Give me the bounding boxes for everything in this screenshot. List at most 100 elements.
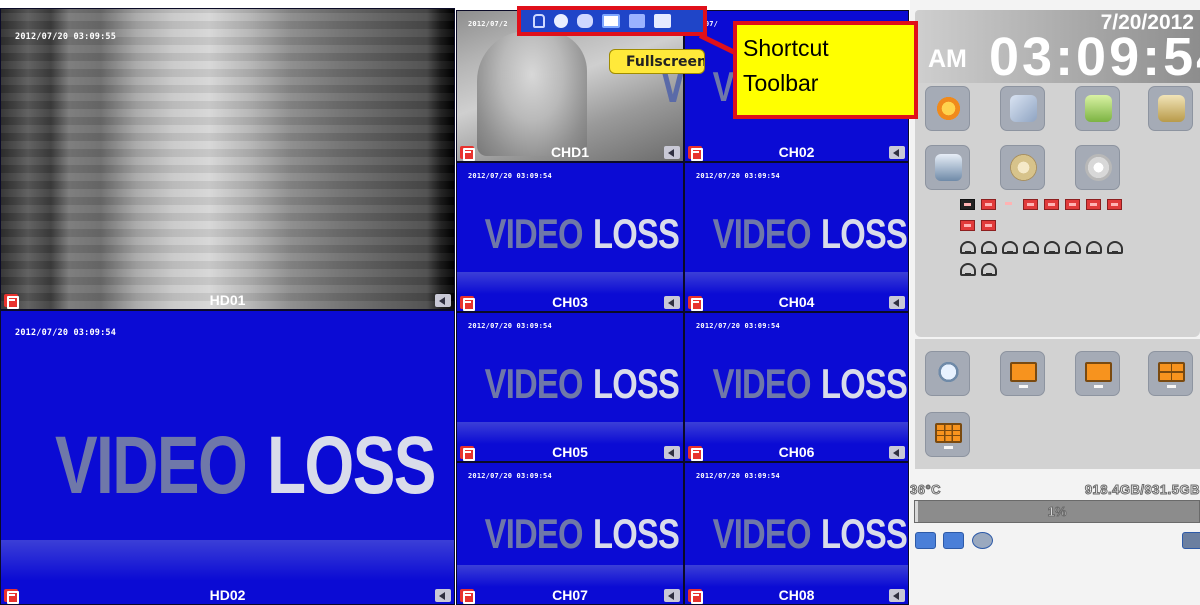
camera-subject	[477, 31, 587, 156]
playback-button[interactable]	[925, 86, 970, 131]
alarm-icon	[1002, 241, 1018, 254]
timestamp: 2012/07/20 03:09:54	[15, 328, 117, 338]
channel-status-icon	[1086, 199, 1101, 210]
audio-icon[interactable]	[435, 589, 451, 602]
side-panel: 7/20/2012 AM 03:09:54	[910, 0, 1200, 605]
timestamp: 2012/07/20 03:09:54	[696, 472, 780, 480]
audio-icon[interactable]	[435, 294, 451, 307]
channel-tile-ch03[interactable]: 2012/07/20 03:09:54 VIDEO LOSS CH03	[456, 162, 684, 312]
timestamp: 2012/07/20 03:09:55	[15, 32, 117, 42]
alarm-icon	[960, 263, 976, 276]
channel-label: HD01	[209, 292, 246, 308]
alarm-icon	[981, 263, 997, 276]
channel-tile-hd02[interactable]: 2012/07/20 03:09:54 VIDEO LOSS HD02	[0, 310, 455, 605]
channel-label: CH02	[778, 144, 815, 160]
channel-tile-ch05[interactable]: 2012/07/20 03:09:54 VIDEO LOSS CH05	[456, 312, 684, 462]
info-icon[interactable]	[554, 14, 568, 28]
config-button[interactable]	[1075, 145, 1120, 190]
snow-icon	[1085, 154, 1112, 181]
channel-tile-ch04[interactable]: 2012/07/20 03:09:54 VIDEO LOSS CH04	[684, 162, 909, 312]
audio-icon[interactable]	[889, 146, 905, 159]
channel-tile-ch07[interactable]: 2012/07/20 03:09:54 VIDEO LOSS CH07	[456, 462, 684, 605]
disc-icon[interactable]	[972, 532, 993, 549]
audio-icon[interactable]	[664, 146, 680, 159]
list-icon[interactable]	[654, 14, 671, 28]
video-loss-reflection	[685, 272, 908, 294]
quad-view-button[interactable]	[1148, 351, 1193, 396]
video-loss-text: VIDEO LOSS	[484, 360, 681, 407]
schedule-button[interactable]	[1148, 86, 1193, 131]
audio-icon[interactable]	[889, 296, 905, 309]
backup-button[interactable]	[1000, 86, 1045, 131]
shortcut-toolbar-callout: Shortcut Toolbar	[733, 21, 918, 119]
search-button[interactable]	[925, 145, 970, 190]
chat-icon[interactable]	[577, 14, 593, 28]
stand	[1094, 385, 1103, 388]
audio-icon[interactable]	[664, 296, 680, 309]
audio-icon[interactable]	[889, 446, 905, 459]
nine-view-icon	[935, 423, 962, 443]
channel-status-icon	[981, 199, 996, 210]
video-loss-reflection	[457, 565, 683, 587]
disk-usage-text: 1%	[1047, 504, 1067, 520]
callout-line1: Shortcut	[743, 35, 829, 61]
disk-usage-bar: 1%	[914, 500, 1200, 523]
shortcut-toolbar	[517, 6, 707, 36]
channel-tile-hd01[interactable]: 2012/07/20 03:09:55 HD01	[0, 8, 455, 310]
clock-ampm: AM	[928, 45, 967, 73]
log-button[interactable]	[1075, 86, 1120, 131]
backup-icon	[1010, 95, 1037, 122]
channel-status-icon	[1065, 199, 1080, 210]
video-loss-text: VIDEO LOSS	[484, 510, 681, 557]
network-icon[interactable]	[915, 532, 936, 549]
view-mode-panel	[915, 337, 1200, 469]
alarm-icon	[1023, 241, 1039, 254]
lock-icon[interactable]	[533, 14, 545, 28]
audio-icon[interactable]	[664, 589, 680, 602]
channel-label: CH08	[778, 587, 815, 603]
alarm-icon	[1107, 241, 1123, 254]
main-menu	[915, 83, 1200, 337]
audio-icon[interactable]	[664, 446, 680, 459]
channel-tile-ch08[interactable]: 2012/07/20 03:09:54 VIDEO LOSS CH08	[684, 462, 909, 605]
zoom-button[interactable]	[925, 351, 970, 396]
pip-view-icon	[1010, 362, 1037, 382]
channel-label: CH07	[552, 587, 588, 603]
monitor-status-icon	[960, 199, 975, 210]
timestamp: 2012/07/20 03:09:54	[468, 472, 552, 480]
usb-icon[interactable]	[943, 532, 964, 549]
zoom-icon	[935, 362, 962, 382]
video-loss-reflection	[1, 540, 454, 580]
playback-icon	[935, 95, 962, 122]
stand	[944, 446, 953, 449]
fullscreen-icon[interactable]	[602, 14, 620, 28]
channel-status-icon	[981, 220, 996, 231]
camera-button[interactable]	[1000, 145, 1045, 190]
nine-view-button[interactable]	[925, 412, 970, 457]
channel-status-icon	[1044, 199, 1059, 210]
video-loss-text: VIDEO LOSS	[712, 360, 908, 407]
video-loss-reflection	[457, 422, 683, 444]
user-icon[interactable]	[1182, 532, 1200, 549]
pip-view-button[interactable]	[1000, 351, 1045, 396]
channel-label: CH03	[552, 294, 588, 310]
timestamp: 2012/07/20 03:09:54	[468, 322, 552, 330]
channel-label: HD02	[209, 587, 246, 603]
channel-status-icon	[1107, 199, 1122, 210]
pip-icon[interactable]	[629, 14, 645, 28]
video-loss-reflection	[685, 565, 908, 587]
alarm-icon	[960, 241, 976, 254]
single-view-icon	[1085, 362, 1112, 382]
timestamp: 2012/07/20 03:09:54	[696, 322, 780, 330]
alarm-icon	[981, 241, 997, 254]
single-view-button[interactable]	[1075, 351, 1120, 396]
video-loss-text: VIDEO LOSS	[712, 210, 908, 257]
fullscreen-tooltip: Fullscreen	[609, 49, 705, 74]
video-loss-text: VIDEO LOSS	[54, 420, 437, 511]
stand	[1167, 385, 1176, 388]
audio-icon[interactable]	[889, 589, 905, 602]
clock-time: 03:09:54	[989, 27, 1200, 87]
timestamp: 2012/07/20 03:09:54	[468, 172, 552, 180]
callout-line2: Toolbar	[743, 70, 819, 96]
channel-tile-ch06[interactable]: 2012/07/20 03:09:54 VIDEO LOSS CH06	[684, 312, 909, 462]
